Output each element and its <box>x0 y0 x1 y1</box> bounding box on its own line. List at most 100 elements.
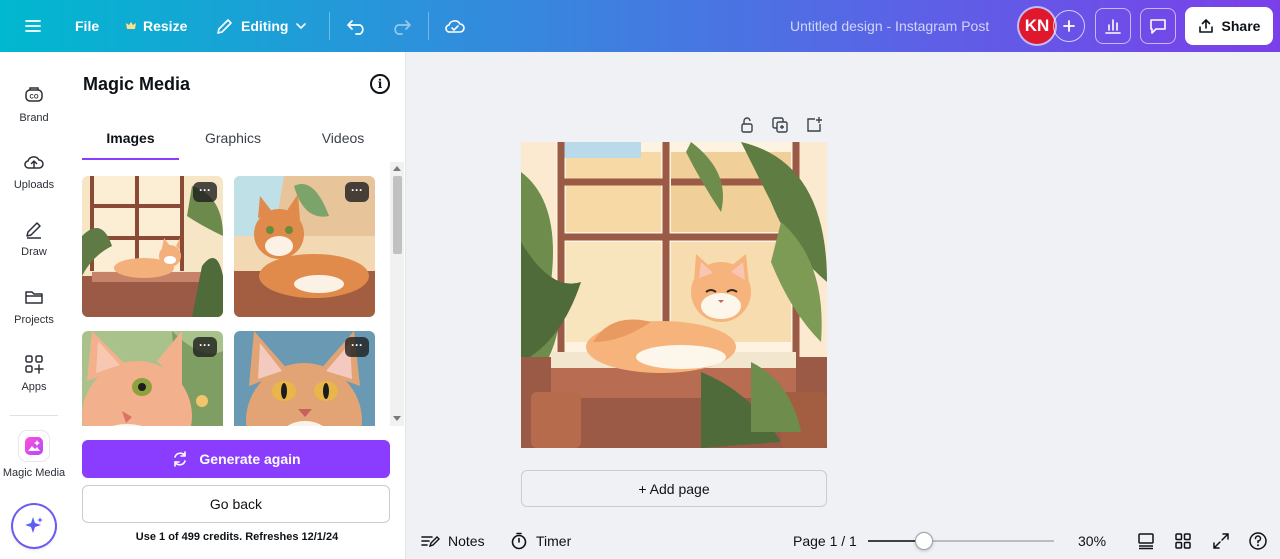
rail-item-draw[interactable]: Draw <box>0 218 68 258</box>
apps-grid-icon <box>25 355 44 374</box>
generate-again-button[interactable]: Generate again <box>82 440 390 478</box>
credits-info: Use 1 of 499 credits. Refreshes 12/1/24 <box>135 531 339 543</box>
comments-button[interactable] <box>1140 8 1176 44</box>
lock-icon <box>741 117 753 133</box>
rail-item-projects[interactable]: Projects <box>0 286 68 326</box>
panel-title: Magic Media <box>83 74 191 94</box>
redo-icon <box>394 20 411 35</box>
share-label: Share <box>1221 18 1261 34</box>
rail-item-label: Brand <box>19 112 49 124</box>
result-image-1[interactable]: ··· <box>82 176 223 317</box>
plus-icon <box>1063 20 1075 32</box>
go-back-button[interactable]: Go back <box>82 485 390 523</box>
resize-label: Resize <box>143 18 188 34</box>
svg-text:CO: CO <box>30 95 39 101</box>
timer-icon <box>511 532 527 549</box>
more-options-button[interactable]: ··· <box>193 182 217 202</box>
add-page-icon-button[interactable] <box>804 115 824 135</box>
rail-divider <box>10 415 58 416</box>
bar-chart-icon <box>1105 19 1121 34</box>
toolbar-divider <box>428 12 429 40</box>
notes-button[interactable]: Notes <box>420 522 485 559</box>
active-tab-indicator <box>82 158 179 160</box>
more-options-button[interactable]: ··· <box>345 182 369 202</box>
pencil-icon <box>217 19 232 34</box>
grid-view-button[interactable] <box>1174 522 1192 559</box>
expand-icon <box>1213 532 1229 549</box>
undo-icon <box>347 20 364 35</box>
brand-icon: CO <box>25 87 43 102</box>
zoom-slider-handle[interactable] <box>914 532 933 550</box>
design-canvas[interactable] <box>521 142 827 448</box>
notes-icon <box>421 535 440 547</box>
insights-button[interactable] <box>1095 8 1131 44</box>
panel-scrollbar[interactable] <box>390 162 404 426</box>
rail-item-brand[interactable]: CO Brand <box>0 84 68 124</box>
resize-button[interactable]: Resize <box>125 0 187 52</box>
lock-page-button[interactable] <box>737 115 757 135</box>
notes-label: Notes <box>448 532 485 549</box>
more-options-button[interactable]: ··· <box>345 337 369 357</box>
top-toolbar: File Resize Editing Untitled design - In… <box>0 0 1280 52</box>
add-page-icon <box>807 117 822 132</box>
magic-media-panel: Magic Media i Images Graphics Videos ··· <box>68 52 406 559</box>
rail-item-label: Uploads <box>13 179 55 191</box>
magic-media-tile <box>19 431 49 461</box>
help-button[interactable] <box>1248 522 1268 559</box>
rail-item-label: Draw <box>21 246 47 258</box>
hamburger-menu-icon <box>25 20 41 32</box>
timer-button[interactable]: Timer <box>510 522 571 559</box>
undo-button[interactable] <box>346 0 368 52</box>
chevron-down-icon <box>296 23 307 30</box>
save-status-button[interactable] <box>444 0 466 52</box>
info-icon[interactable]: i <box>370 74 390 94</box>
magic-assistant-button[interactable] <box>13 505 55 547</box>
more-options-button[interactable]: ··· <box>193 337 217 357</box>
rail-item-apps[interactable]: Apps <box>0 353 68 393</box>
comment-icon <box>1150 19 1166 34</box>
rail-item-uploads[interactable]: Uploads <box>0 151 68 191</box>
redo-button[interactable] <box>390 0 412 52</box>
share-button[interactable]: Share <box>1185 7 1273 45</box>
rail-item-label: Magic Media <box>2 467 66 479</box>
page-label: Page 1 / 1 <box>793 532 857 549</box>
magic-media-icon <box>25 437 43 455</box>
add-collaborator-button[interactable] <box>1053 10 1085 42</box>
help-icon <box>1249 531 1267 550</box>
tab-images[interactable]: Images <box>82 130 179 160</box>
file-menu-button[interactable]: File <box>75 0 99 52</box>
page-indicator[interactable]: Page 1 / 1 <box>793 522 857 559</box>
scroll-down-arrow-icon[interactable] <box>393 416 401 421</box>
zoom-level-button[interactable]: 30% <box>1078 522 1106 559</box>
zoom-label: 30% <box>1078 532 1107 549</box>
add-page-button[interactable]: + Add page <box>521 470 827 507</box>
toolbar-divider <box>329 12 330 40</box>
scroll-up-arrow-icon[interactable] <box>393 166 401 171</box>
rail-item-label: Apps <box>21 381 47 393</box>
folder-icon <box>25 291 43 304</box>
menu-button[interactable] <box>24 0 42 52</box>
tab-graphics[interactable]: Graphics <box>183 130 283 160</box>
rail-item-magic-media[interactable]: Magic Media <box>0 431 68 479</box>
sparkle-icon <box>25 517 43 533</box>
pages-view-button[interactable] <box>1137 522 1155 559</box>
document-title[interactable]: Untitled design - Instagram Post <box>790 0 989 52</box>
fullscreen-button[interactable] <box>1212 522 1230 559</box>
result-image-2[interactable]: ··· <box>234 176 375 317</box>
zoom-slider[interactable] <box>868 532 1054 550</box>
crown-icon <box>126 22 136 29</box>
cat-illustration <box>521 142 827 448</box>
scrollbar-thumb[interactable] <box>393 176 402 254</box>
result-image-3[interactable]: ··· <box>82 331 223 426</box>
avatar[interactable]: KN <box>1019 8 1055 44</box>
duplicate-page-button[interactable] <box>770 115 790 135</box>
refresh-icon <box>174 451 187 467</box>
pen-icon <box>26 222 41 239</box>
timer-label: Timer <box>536 532 572 549</box>
tab-videos[interactable]: Videos <box>293 130 393 160</box>
bottom-bar: Notes Timer Page 1 / 1 30% <box>406 522 1280 559</box>
editing-mode-dropdown[interactable]: Editing <box>215 0 308 52</box>
result-image-4[interactable]: ··· <box>234 331 375 426</box>
share-upload-icon <box>1198 19 1213 33</box>
cloud-check-icon <box>445 20 465 33</box>
